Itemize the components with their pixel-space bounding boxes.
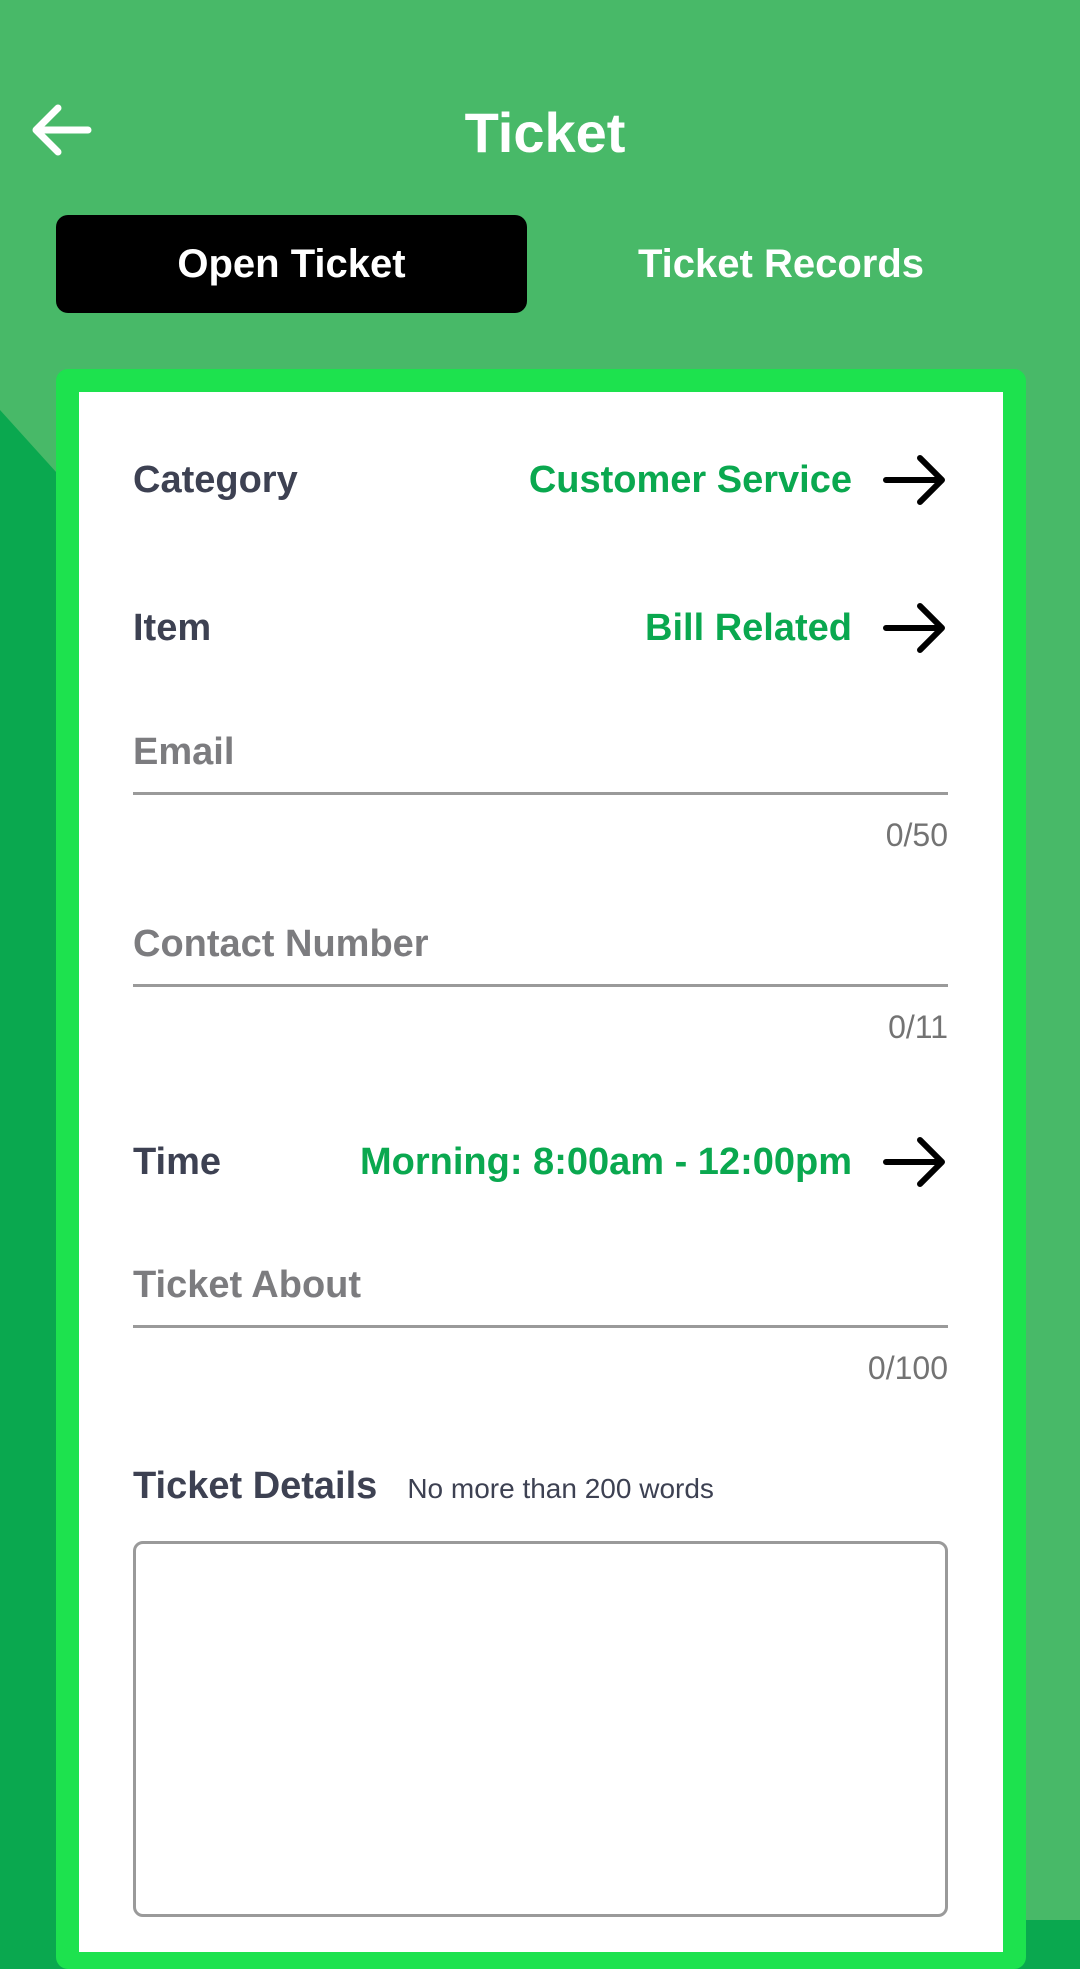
ticket-details-hint: No more than 200 words [407, 1473, 714, 1504]
category-selector[interactable]: Category Customer Service [133, 445, 948, 515]
time-label: Time [133, 1140, 222, 1183]
contact-number-field-group: 0/11 [133, 904, 948, 1046]
ticket-details-header: Ticket Details No more than 200 words [133, 1465, 948, 1515]
time-selector[interactable]: Time Morning: 8:00am - 12:00pm [133, 1127, 948, 1197]
time-value: Morning: 8:00am - 12:00pm [360, 1140, 852, 1183]
tab-bar: Open Ticket Ticket Records [56, 215, 1026, 313]
category-value: Customer Service [528, 458, 852, 501]
email-field[interactable] [133, 712, 948, 795]
ticket-about-field-group: 0/100 [133, 1245, 948, 1387]
tab-open-ticket[interactable]: Open Ticket [56, 215, 527, 313]
ticket-details-textarea[interactable] [133, 1541, 948, 1917]
tab-ticket-records[interactable]: Ticket Records [536, 215, 1026, 313]
item-value: Bill Related [645, 606, 852, 649]
contact-number-field[interactable] [133, 904, 948, 987]
ticket-details-label: Ticket Details [133, 1465, 378, 1507]
page-title: Ticket [464, 101, 626, 164]
item-selector[interactable]: Item Bill Related [133, 593, 948, 663]
contact-number-counter: 0/11 [888, 1009, 948, 1045]
arrow-right-icon [882, 600, 948, 656]
email-counter: 0/50 [885, 817, 948, 853]
item-label: Item [133, 606, 212, 649]
email-field-group: 0/50 [133, 712, 948, 854]
header: Ticket [0, 0, 1080, 200]
category-label: Category [133, 458, 298, 501]
arrow-right-icon [882, 1134, 948, 1190]
ticket-about-counter: 0/100 [867, 1350, 948, 1386]
arrow-right-icon [882, 452, 948, 508]
ticket-about-field[interactable] [133, 1245, 948, 1328]
